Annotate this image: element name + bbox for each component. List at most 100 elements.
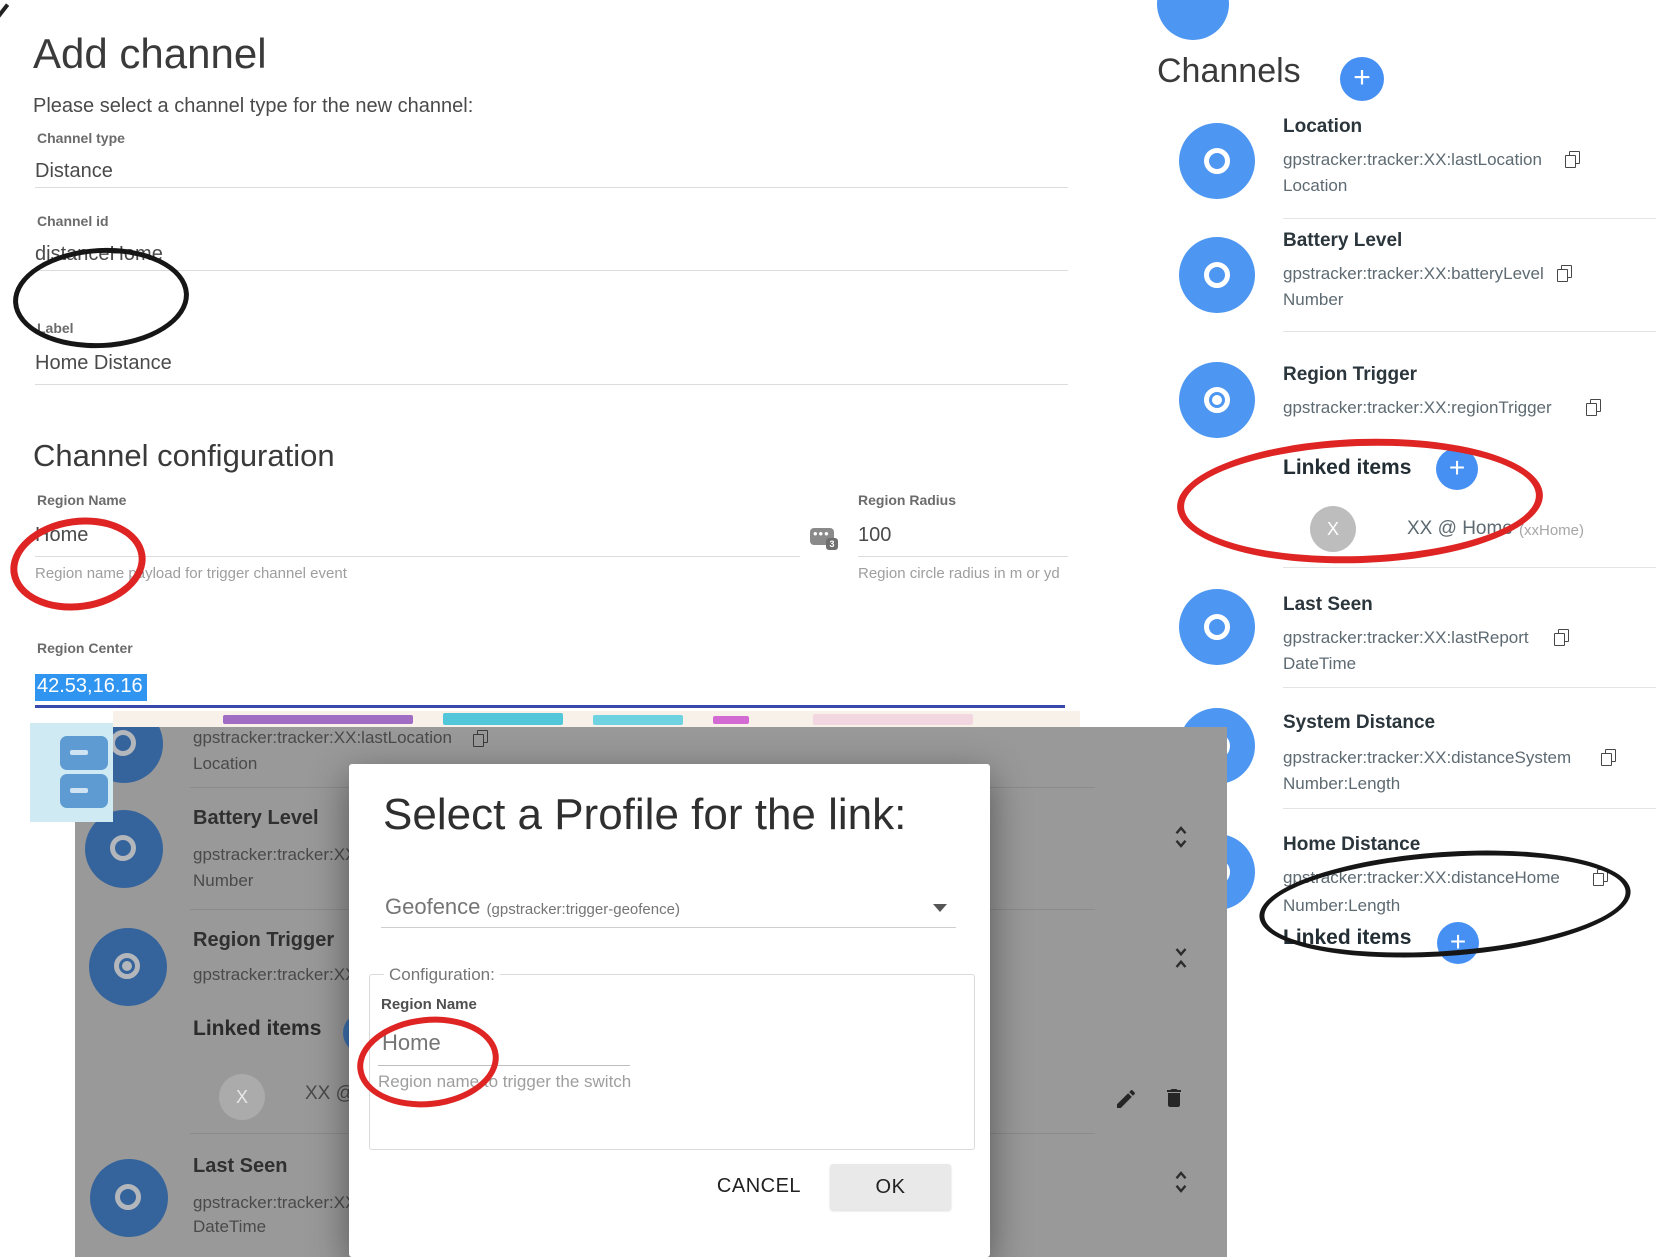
channel-title: System Distance	[1283, 712, 1435, 734]
linked-item-avatar[interactable]: X	[1310, 506, 1356, 552]
channel-id-input[interactable]: distanceHome	[35, 243, 163, 266]
divider	[1283, 687, 1656, 688]
divider	[1283, 218, 1656, 219]
channel-type-label: Channel type	[37, 130, 125, 146]
reorder-unfold-icon	[1172, 822, 1190, 852]
region-center-focus-underline	[35, 705, 1065, 708]
delete-link-trash-icon[interactable]	[1162, 1086, 1186, 1110]
region-center-label: Region Center	[37, 640, 133, 656]
sliver-teal-shape	[443, 713, 563, 725]
linked-item-avatar: X	[219, 1074, 265, 1120]
channel-type-select[interactable]: Distance	[35, 160, 113, 183]
autofill-extension-icon[interactable]: ••• 3	[810, 528, 834, 545]
channel-title: Last Seen	[193, 1155, 287, 1178]
channel-id-underline	[35, 270, 1068, 271]
copy-icon[interactable]	[1557, 265, 1573, 283]
channel-uri: gpstracker:tracker:XX:lastReport	[1283, 628, 1529, 648]
channel-state-icon[interactable]	[1179, 589, 1255, 665]
add-link-button[interactable]: +	[1437, 922, 1479, 964]
region-name-label: Region Name	[37, 492, 126, 508]
ok-button[interactable]: OK	[830, 1164, 951, 1210]
copy-icon[interactable]	[1554, 629, 1570, 647]
label-label: Label	[37, 320, 74, 336]
channel-uri: gpstracker:tracker:XX:regionTrigger	[1283, 398, 1552, 418]
region-name-underline	[35, 556, 800, 557]
corner-artifact	[0, 3, 9, 17]
channel-configuration-title: Channel configuration	[33, 438, 335, 474]
channel-title: Location	[1283, 116, 1362, 138]
label-input[interactable]: Home Distance	[35, 352, 172, 375]
channel-title: Last Seen	[1283, 594, 1373, 616]
linked-items-heading: Linked items	[1283, 926, 1411, 950]
dialog-region-name-underline	[378, 1065, 630, 1066]
cancel-button[interactable]: CANCEL	[701, 1164, 817, 1208]
channel-uri: gpstracker:tracker:XX:distanceHome	[1283, 868, 1560, 888]
copy-icon[interactable]	[1586, 399, 1602, 417]
copy-icon[interactable]	[1601, 749, 1617, 767]
sliver-purple-text	[223, 715, 413, 724]
map-widget-fragment	[30, 723, 113, 822]
dropdown-caret-icon[interactable]	[933, 904, 947, 912]
profile-underline	[381, 927, 956, 928]
region-radius-underline	[858, 556, 1068, 557]
channel-type: Location	[193, 754, 257, 774]
sliver-teal-shape2	[593, 715, 683, 725]
reorder-unfold-icon	[1172, 1167, 1190, 1197]
configuration-legend: Configuration:	[384, 965, 500, 985]
linked-item-uid: (xxHome)	[1519, 522, 1584, 539]
page-title: Add channel	[33, 30, 267, 78]
edit-link-pencil-icon[interactable]	[1114, 1087, 1138, 1111]
channel-title: Region Trigger	[1283, 364, 1417, 386]
channel-type: Number:Length	[1283, 896, 1400, 916]
channel-type: DateTime	[1283, 654, 1356, 674]
linked-items-heading: Linked items	[193, 1017, 321, 1041]
channel-uri: gpstracker:tracker:XX:distanceSystem	[1283, 748, 1571, 768]
region-radius-input[interactable]: 100	[858, 524, 891, 547]
channel-state-icon	[90, 1159, 168, 1237]
channel-type-underline	[35, 187, 1068, 188]
channel-title: Battery Level	[1283, 230, 1402, 252]
dialog-region-name-helper: Region name to trigger the switch	[378, 1072, 631, 1092]
channel-state-icon[interactable]	[1179, 123, 1255, 199]
channel-type: Number	[193, 871, 253, 891]
reorder-fold-icon	[1172, 943, 1190, 973]
channel-title: Region Trigger	[193, 929, 334, 952]
add-channel-button[interactable]: +	[1340, 57, 1384, 101]
copy-icon[interactable]	[1593, 869, 1609, 887]
region-radius-label: Region Radius	[858, 492, 956, 508]
linked-item-label[interactable]: XX @ Home	[1407, 518, 1513, 540]
form-subtitle: Please select a channel type for the new…	[33, 95, 473, 118]
channel-type: DateTime	[193, 1217, 266, 1237]
region-name-helper: Region name payload for trigger channel …	[35, 565, 347, 582]
copy-icon[interactable]	[1565, 151, 1581, 169]
background-page-sliver	[113, 711, 1080, 727]
region-name-input[interactable]: Home	[35, 524, 88, 547]
channel-state-icon[interactable]	[1179, 237, 1255, 313]
map-zoom-in-button[interactable]	[60, 736, 108, 770]
channel-uri: gpstracker:tracker:XX:lastLocation	[193, 728, 452, 748]
sliver-pale-shape	[813, 714, 973, 725]
channel-title: Home Distance	[1283, 834, 1420, 856]
channels-panel-title: Channels	[1157, 52, 1301, 91]
channel-trigger-icon	[89, 928, 167, 1006]
dialog-region-name-input[interactable]: Home	[382, 1030, 441, 1056]
sliver-pink-shape	[713, 716, 749, 724]
channel-type: Number:Length	[1283, 774, 1400, 794]
label-underline	[35, 384, 1068, 385]
profile-uid: (gpstracker:trigger-geofence)	[487, 901, 680, 918]
divider	[1283, 567, 1656, 568]
divider	[1283, 808, 1656, 809]
panel-top-partial-icon	[1157, 0, 1229, 40]
page: Add channel Please select a channel type…	[0, 0, 1670, 1257]
channel-uri: gpstracker:tracker:XX:lastLocation	[1283, 150, 1542, 170]
add-link-button[interactable]: +	[1436, 448, 1478, 490]
linked-items-heading: Linked items	[1283, 456, 1411, 480]
region-radius-helper: Region circle radius in m or yd	[858, 565, 1060, 582]
channel-title: Battery Level	[193, 807, 319, 830]
modal-backdrop[interactable]: gpstracker:tracker:XX:lastLocation Locat…	[75, 727, 1227, 1257]
map-zoom-out-button[interactable]	[60, 774, 108, 808]
annotation-red-ellipse-linked-item	[1175, 433, 1545, 570]
profile-select[interactable]: Geofence (gpstracker:trigger-geofence)	[385, 894, 680, 920]
channel-trigger-icon[interactable]	[1179, 362, 1255, 438]
region-center-input[interactable]: 42.53,16.16	[35, 674, 147, 701]
